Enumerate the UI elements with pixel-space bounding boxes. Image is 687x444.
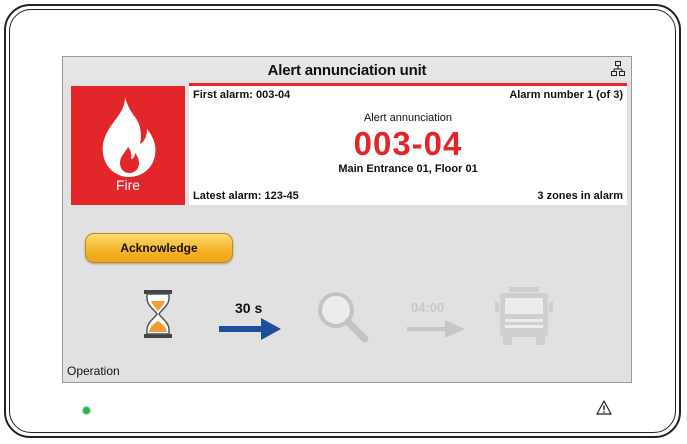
page-title: Alert annunciation unit: [267, 62, 427, 79]
warning-icon: [596, 400, 612, 415]
hourglass-icon: [144, 290, 172, 338]
alarm-number-text: Alarm number 1 (of 3): [509, 89, 623, 101]
alarm-panel: First alarm: 003-04 Alarm number 1 (of 3…: [189, 83, 627, 205]
fire-label: Fire: [115, 177, 141, 193]
flame-icon: [102, 97, 156, 177]
power-led: [83, 407, 90, 414]
header-bar: Alert annunciation unit: [63, 57, 631, 81]
investigation-timer: 04:00: [411, 300, 445, 315]
fire-alarm-tile: Fire: [71, 86, 185, 205]
arrow-icon: [219, 318, 281, 340]
zones-in-alarm-text: 3 zones in alarm: [537, 190, 623, 202]
alarm-title: Alert annunciation: [363, 112, 453, 124]
magnifier-icon: [318, 292, 369, 343]
alarm-location: Main Entrance 01, Floor 01: [338, 163, 478, 175]
alarm-zone-number: 003-04: [353, 125, 463, 162]
fire-truck-icon: [495, 287, 553, 345]
status-label: Operation: [67, 364, 120, 378]
acknowledge-button[interactable]: Acknowledge: [85, 233, 233, 263]
latest-alarm-text: Latest alarm: 123-45: [193, 190, 299, 202]
display-screen: Alert annunciation unit Fire First alarm…: [62, 56, 632, 383]
first-alarm-text: First alarm: 003-04: [193, 89, 291, 101]
arrow-icon: [407, 320, 465, 338]
network-icon: [611, 61, 625, 76]
acknowledge-timer: 30 s: [235, 300, 263, 316]
